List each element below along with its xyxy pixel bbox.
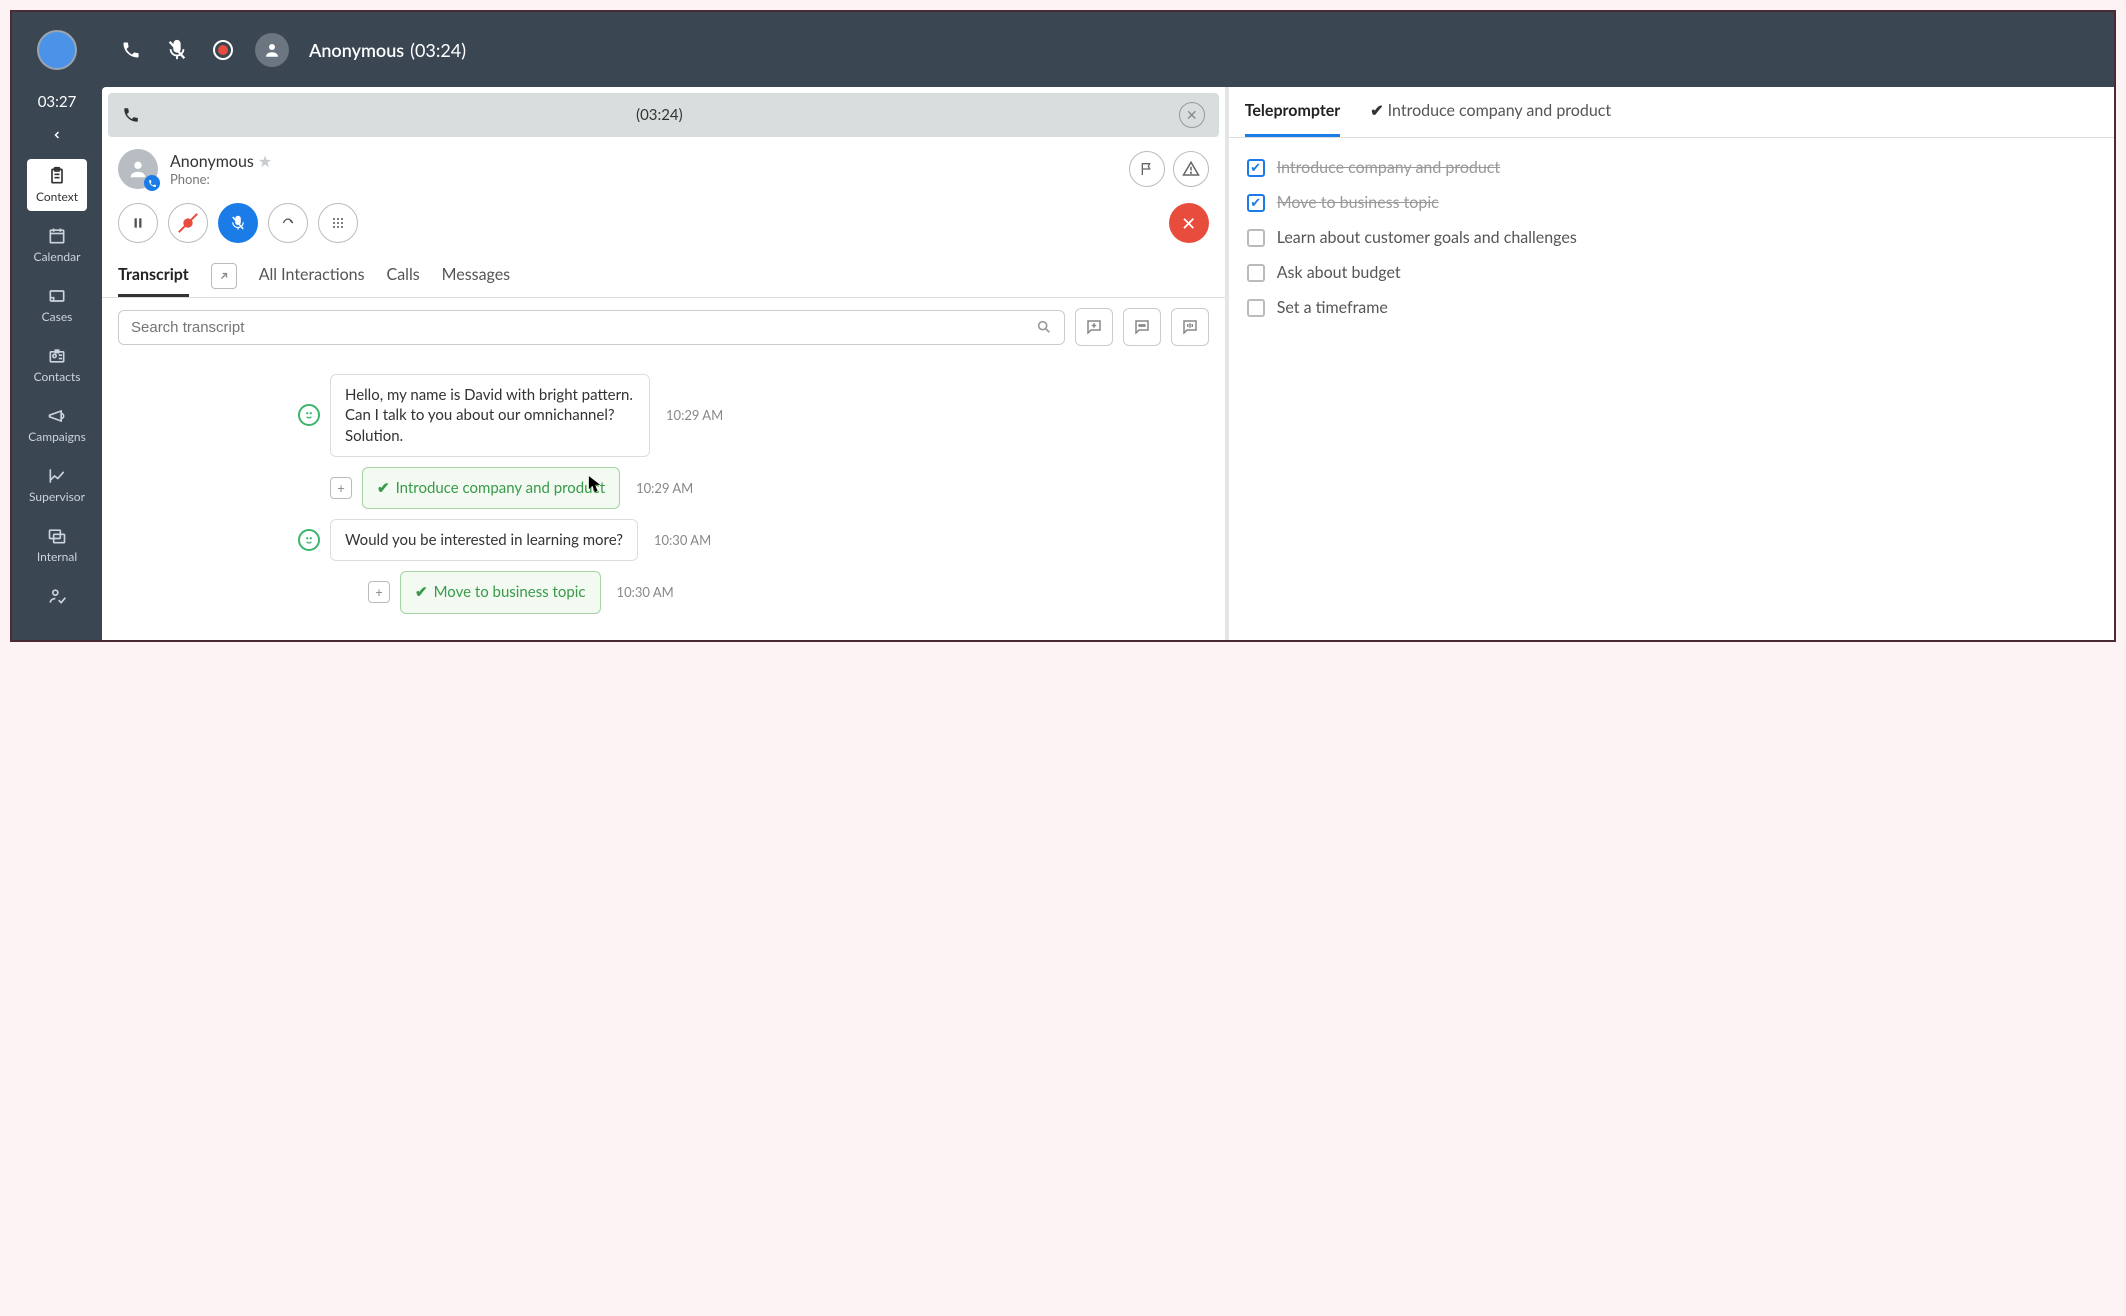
topbar: Anonymous (03:24) xyxy=(12,12,2114,87)
megaphone-icon xyxy=(47,406,67,426)
checklist-item[interactable]: Ask about budget xyxy=(1247,255,2096,290)
phone-badge-icon xyxy=(144,175,160,191)
sidebar-item-label: Contacts xyxy=(34,369,81,384)
contact-phone-label: Phone: xyxy=(170,171,1129,187)
add-topic-button[interactable]: + xyxy=(368,581,390,603)
transcript-message: Would you be interested in learning more… xyxy=(330,519,638,561)
hold-button[interactable] xyxy=(118,203,158,243)
message-time: 10:29 AM xyxy=(666,407,723,423)
end-call-button[interactable]: ✕ xyxy=(1169,203,1209,243)
add-topic-button[interactable]: + xyxy=(330,477,352,499)
check-icon: ✔ xyxy=(1370,101,1383,120)
contact-avatar xyxy=(118,149,158,189)
active-call-strip: (03:24) ✕ xyxy=(108,93,1219,137)
checkbox-icon[interactable]: ✔ xyxy=(1247,194,1265,212)
checkbox-icon[interactable]: ✔ xyxy=(1247,159,1265,177)
checklist-item[interactable]: ✔ Introduce company and product xyxy=(1247,150,2096,185)
checkbox-icon[interactable] xyxy=(1247,229,1265,247)
topic-detected: ✔ Introduce company and product xyxy=(362,467,620,509)
phone-icon[interactable] xyxy=(117,36,145,64)
sidebar-item-label: Internal xyxy=(37,549,77,564)
sidebar-item-label: Calendar xyxy=(34,249,81,264)
sidebar-item-calendar[interactable]: Calendar xyxy=(27,219,87,271)
close-call-strip[interactable]: ✕ xyxy=(1179,102,1205,128)
sidebar-item-label: Campaigns xyxy=(28,429,86,444)
mic-muted-icon[interactable] xyxy=(163,36,191,64)
sidebar-item-agent-status[interactable] xyxy=(27,579,87,616)
tab-calls[interactable]: Calls xyxy=(387,255,420,297)
phone-icon xyxy=(122,106,140,124)
center-panel: (03:24) ✕ Anonymous ★ xyxy=(102,87,1229,640)
checkbox-icon[interactable] xyxy=(1247,299,1265,317)
add-note-button[interactable] xyxy=(1075,308,1113,346)
tab-messages[interactable]: Messages xyxy=(442,255,510,297)
transfer-button[interactable] xyxy=(268,203,308,243)
tab-current-topic[interactable]: ✔Introduce company and product xyxy=(1370,87,1611,137)
check-icon: ✔ xyxy=(415,582,428,602)
expand-transcript-button[interactable] xyxy=(211,263,237,289)
chat-icon xyxy=(47,526,67,546)
person-check-icon xyxy=(47,586,67,606)
call-strip-timer: (03:24) xyxy=(140,106,1179,124)
caller-name: Anonymous xyxy=(309,39,404,61)
back-button[interactable] xyxy=(51,129,63,141)
sidebar-item-label: Cases xyxy=(42,309,73,324)
transcript-list: Hello, my name is David with bright patt… xyxy=(102,356,1225,640)
sidebar: 03:27 Context Calendar Cases xyxy=(12,87,102,640)
topic-detected: ✔ Move to business topic xyxy=(400,571,601,613)
sentiment-positive-icon xyxy=(298,529,320,551)
chat-comment-button[interactable] xyxy=(1123,308,1161,346)
calendar-icon xyxy=(47,226,67,246)
checklist-item[interactable]: Set a timeframe xyxy=(1247,290,2096,325)
flag-button[interactable] xyxy=(1129,151,1165,187)
sidebar-item-context[interactable]: Context xyxy=(27,159,87,211)
agent-avatar[interactable] xyxy=(37,30,77,70)
mute-button[interactable] xyxy=(218,203,258,243)
contact-name: Anonymous xyxy=(170,152,254,171)
clipboard-icon xyxy=(47,166,67,186)
sidebar-item-label: Supervisor xyxy=(29,489,85,504)
message-time: 10:30 AM xyxy=(654,532,711,548)
caller-avatar-icon[interactable] xyxy=(255,33,289,67)
alert-button[interactable] xyxy=(1173,151,1209,187)
tab-all-interactions[interactable]: All Interactions xyxy=(259,255,365,297)
top-call-timer: (03:24) xyxy=(410,39,466,61)
stop-record-button[interactable] xyxy=(168,203,208,243)
sidebar-item-contacts[interactable]: Contacts xyxy=(27,339,87,391)
transcript-message: Hello, my name is David with bright patt… xyxy=(330,374,650,457)
id-card-icon xyxy=(47,346,67,366)
sidebar-item-campaigns[interactable]: Campaigns xyxy=(27,399,87,451)
sidebar-item-internal[interactable]: Internal xyxy=(27,519,87,571)
teleprompter-checklist: ✔ Introduce company and product ✔ Move t… xyxy=(1229,138,2114,337)
checklist-item[interactable]: ✔ Move to business topic xyxy=(1247,185,2096,220)
record-icon[interactable] xyxy=(209,36,237,64)
sidebar-item-cases[interactable]: Cases xyxy=(27,279,87,331)
sentiment-positive-icon xyxy=(298,404,320,426)
right-panel: Teleprompter ✔Introduce company and prod… xyxy=(1229,87,2114,640)
star-icon[interactable]: ★ xyxy=(258,152,272,171)
sidebar-item-label: Context xyxy=(36,189,78,204)
tab-transcript[interactable]: Transcript xyxy=(118,255,189,297)
message-time: 10:30 AM xyxy=(617,584,674,600)
checklist-item[interactable]: Learn about customer goals and challenge… xyxy=(1247,220,2096,255)
search-input[interactable] xyxy=(131,319,1036,336)
search-transcript-box[interactable] xyxy=(118,310,1065,345)
dialpad-button[interactable] xyxy=(318,203,358,243)
session-timer: 03:27 xyxy=(38,93,77,111)
check-icon: ✔ xyxy=(377,478,390,498)
checkbox-icon[interactable] xyxy=(1247,264,1265,282)
message-time: 10:29 AM xyxy=(636,480,693,496)
cases-icon xyxy=(47,286,67,306)
audio-waveform-button[interactable] xyxy=(1171,308,1209,346)
chart-line-icon xyxy=(47,466,67,486)
tab-teleprompter[interactable]: Teleprompter xyxy=(1245,87,1341,137)
sidebar-item-supervisor[interactable]: Supervisor xyxy=(27,459,87,511)
search-icon xyxy=(1036,319,1052,335)
